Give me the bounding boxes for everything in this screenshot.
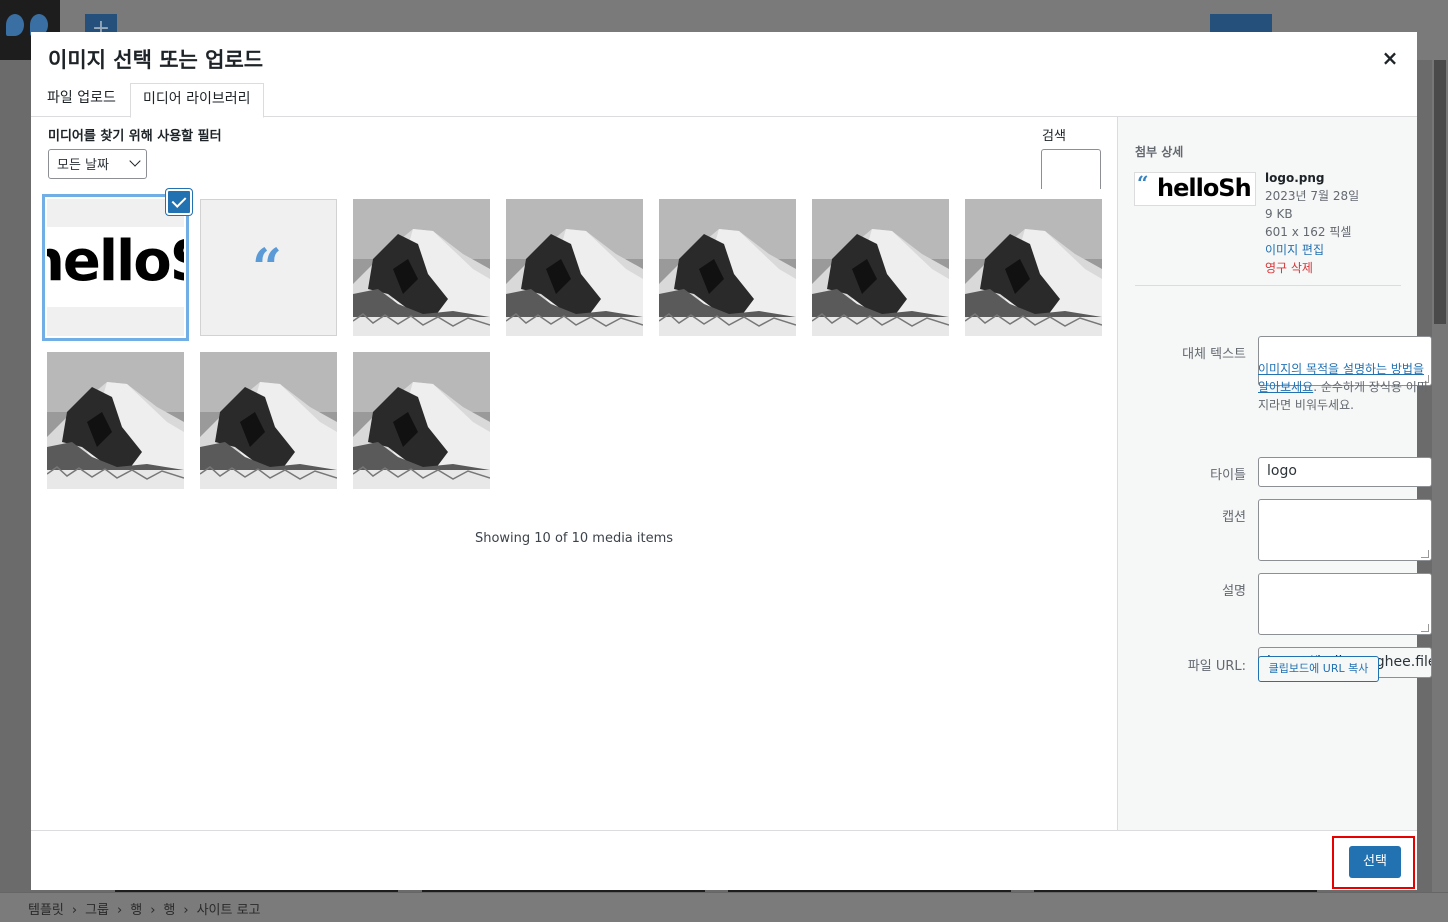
filter-label: 미디어를 찾기 위해 사용할 필터 bbox=[48, 129, 222, 144]
description-field[interactable] bbox=[1258, 573, 1432, 635]
tab-upload-files[interactable]: 파일 업로드 bbox=[35, 83, 128, 118]
media-item[interactable] bbox=[353, 352, 490, 489]
breadcrumb-item[interactable]: 행 bbox=[163, 903, 175, 918]
media-item[interactable] bbox=[506, 199, 643, 336]
attachment-filename: logo.png bbox=[1265, 171, 1325, 185]
media-item[interactable] bbox=[659, 199, 796, 336]
media-item[interactable] bbox=[965, 199, 1102, 336]
search-input[interactable] bbox=[1041, 149, 1101, 189]
media-count: Showing 10 of 10 media items bbox=[474, 531, 674, 546]
divider bbox=[1135, 285, 1401, 286]
mountain-photo-icon bbox=[965, 199, 1102, 336]
close-icon[interactable]: × bbox=[1380, 48, 1400, 68]
breadcrumb-item: › bbox=[117, 903, 123, 918]
selected-check-icon[interactable] bbox=[166, 189, 192, 215]
caption-label: 캡션 bbox=[1222, 510, 1246, 525]
mountain-photo-icon bbox=[200, 352, 337, 489]
attachment-details-panel: 첨부 상세 “ helloSh logo.png 2023년 7월 28일 9 … bbox=[1117, 117, 1432, 830]
alt-text-help: 이미지의 목적을 설명하는 방법을 알아보세요. 순수하게 장식용 이미지라면 … bbox=[1258, 360, 1433, 414]
mountain-photo-icon bbox=[812, 199, 949, 336]
search-label: 검색 bbox=[1042, 129, 1066, 144]
edit-image-link[interactable]: 이미지 편집 bbox=[1265, 241, 1359, 259]
breadcrumb-item[interactable]: 그룹 bbox=[85, 903, 109, 918]
logo-text: helloS bbox=[47, 229, 184, 294]
quote-icon: “ bbox=[252, 238, 282, 299]
media-modal: 이미지 선택 또는 업로드 × 파일 업로드 미디어 라이브러리 미디어를 찾기… bbox=[31, 32, 1432, 890]
breadcrumb-item[interactable]: 템플릿 bbox=[28, 903, 64, 918]
file-url-label: 파일 URL: bbox=[1187, 659, 1246, 674]
modal-footer bbox=[31, 830, 1417, 890]
attachment-date: 2023년 7월 28일 bbox=[1265, 189, 1360, 203]
media-item[interactable] bbox=[812, 199, 949, 336]
modal-title: 이미지 선택 또는 업로드 bbox=[48, 48, 264, 72]
breadcrumb-item[interactable]: 사이트 로고 bbox=[197, 903, 261, 918]
media-item[interactable] bbox=[353, 199, 490, 336]
date-filter-value: 모든 날짜 bbox=[57, 158, 109, 173]
breadcrumb-item: › bbox=[150, 903, 156, 918]
date-filter-select[interactable]: 모든 날짜 bbox=[48, 149, 147, 179]
breadcrumb-item: › bbox=[71, 903, 78, 918]
mountain-photo-icon bbox=[506, 199, 643, 336]
copy-url-button[interactable]: 클립보드에 URL 복사 bbox=[1258, 656, 1379, 682]
delete-permanently-link[interactable]: 영구 삭제 bbox=[1265, 259, 1359, 277]
breadcrumb: 템플릿 › 그룹 › 행 › 행 › 사이트 로고 bbox=[28, 899, 269, 918]
tab-media-library[interactable]: 미디어 라이브러리 bbox=[130, 83, 264, 118]
attachment-size: 9 KB bbox=[1265, 207, 1293, 221]
title-field[interactable]: logo bbox=[1258, 457, 1432, 487]
chevron-down-icon bbox=[129, 155, 141, 167]
media-item[interactable]: “ bbox=[200, 199, 337, 336]
mountain-photo-icon bbox=[659, 199, 796, 336]
attachment-details-title: 첨부 상세 bbox=[1135, 145, 1184, 159]
description-label: 설명 bbox=[1222, 584, 1246, 599]
mountain-photo-icon bbox=[47, 352, 184, 489]
media-item[interactable]: helloS bbox=[47, 199, 184, 336]
select-button-highlight bbox=[1332, 836, 1415, 889]
mountain-photo-icon bbox=[353, 352, 490, 489]
breadcrumb-item: › bbox=[183, 903, 189, 918]
mountain-photo-icon bbox=[353, 199, 490, 336]
attachment-meta: logo.png 2023년 7월 28일 9 KB 601 x 162 픽셀 … bbox=[1265, 169, 1359, 277]
media-item[interactable] bbox=[200, 352, 337, 489]
logo-thumbnail: helloS bbox=[47, 227, 184, 307]
breadcrumb-item[interactable]: 행 bbox=[130, 903, 142, 918]
attachment-thumbnail: “ helloSh bbox=[1135, 173, 1255, 205]
title-label: 타이틀 bbox=[1210, 468, 1246, 483]
modal-tabs: 파일 업로드 미디어 라이브러리 bbox=[31, 80, 1417, 118]
quote-icon: “ bbox=[1137, 173, 1149, 195]
thumbnail-logo-text: helloSh bbox=[1157, 174, 1252, 202]
alt-text-label: 대체 텍스트 bbox=[1182, 347, 1246, 362]
page-scrollbar[interactable] bbox=[1432, 60, 1448, 892]
attachment-dimensions: 601 x 162 픽셀 bbox=[1265, 225, 1352, 239]
caption-field[interactable] bbox=[1258, 499, 1432, 561]
scrollbar-thumb[interactable] bbox=[1434, 60, 1446, 324]
media-item[interactable] bbox=[47, 352, 184, 489]
